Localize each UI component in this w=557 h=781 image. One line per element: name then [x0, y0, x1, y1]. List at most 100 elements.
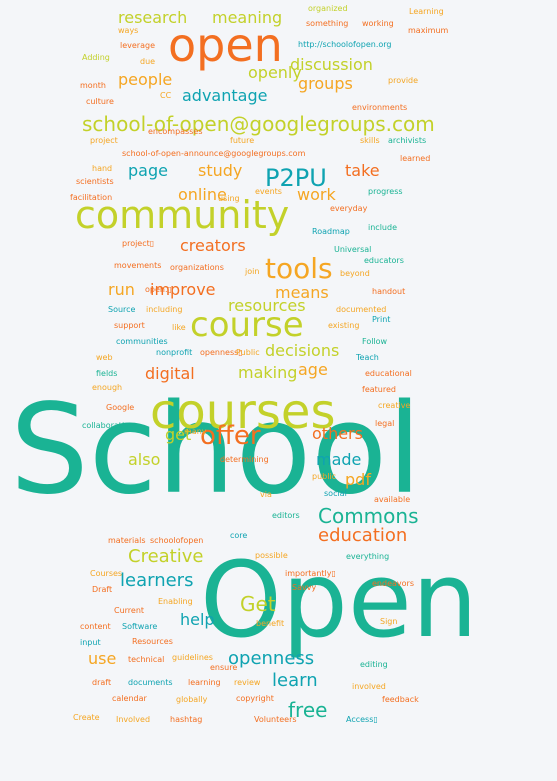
cloud-word: something: [306, 19, 349, 28]
cloud-word: Learning: [409, 7, 444, 16]
cloud-word: possible: [255, 551, 288, 560]
cloud-word: draft: [92, 678, 112, 687]
cloud-word: educators: [364, 256, 404, 265]
cloud-word: progress: [368, 187, 403, 196]
cloud-word: events: [255, 187, 282, 196]
cloud-word: editors: [272, 511, 300, 520]
cloud-word: run: [108, 280, 135, 299]
cloud-word: communities: [116, 337, 168, 346]
cloud-word: Public: [236, 348, 260, 357]
cloud-word: CC: [160, 91, 172, 100]
cloud-word: via: [260, 490, 272, 499]
cloud-word: enough: [92, 383, 123, 392]
cloud-word: fields: [96, 369, 118, 378]
cloud-word: tools: [265, 252, 333, 285]
cloud-word: decisions: [265, 341, 340, 360]
cloud-word: learn: [272, 670, 318, 691]
cloud-word: beyond: [340, 269, 370, 278]
cloud-word: ways: [118, 26, 139, 35]
cloud-word: resources: [228, 296, 306, 315]
cloud-word: ensure: [210, 663, 238, 672]
cloud-word: Software: [122, 622, 158, 631]
cloud-word: organized: [308, 4, 348, 13]
cloud-word: Create: [73, 713, 100, 722]
cloud-word: like: [172, 323, 186, 332]
cloud-word: making: [238, 363, 298, 382]
cloud-word: Savvy: [292, 583, 317, 592]
cloud-word: school-of-open@googlegroups.com: [82, 112, 435, 136]
cloud-word: importantly▯: [285, 569, 336, 578]
cloud-word: due: [140, 57, 156, 66]
cloud-word: study: [198, 161, 243, 180]
cloud-word: Sign: [380, 617, 398, 626]
cloud-word: everything: [346, 552, 390, 561]
cloud-word: nonprofit: [156, 348, 193, 357]
cloud-word: open.▯: [145, 285, 172, 294]
cloud-word: groups: [298, 74, 353, 93]
cloud-word: archivists: [388, 136, 427, 145]
cloud-word: Enabling: [158, 597, 193, 606]
cloud-word: people: [118, 70, 173, 89]
cloud-word: Get: [240, 592, 276, 616]
cloud-word: skills: [360, 136, 380, 145]
cloud-word: benefit: [256, 619, 285, 628]
cloud-word: Involved: [116, 715, 151, 724]
cloud-word: Resources: [132, 637, 173, 646]
cloud-word: also: [128, 450, 161, 469]
cloud-word: Teach: [356, 353, 379, 362]
cloud-word: hashtag: [170, 715, 203, 724]
cloud-word: using: [218, 194, 240, 203]
cloud-word: collaborative: [82, 421, 134, 430]
cloud-word: http://schoolofopen.org: [298, 40, 392, 49]
cloud-word: learning: [188, 678, 221, 687]
cloud-word: maximum: [408, 26, 449, 35]
cloud-word: legal: [375, 419, 395, 428]
cloud-word: support: [114, 321, 145, 330]
cloud-word: core: [230, 531, 248, 540]
cloud-word: meaning: [212, 8, 283, 27]
cloud-word: Source: [108, 305, 136, 314]
cloud-word: hand: [92, 164, 113, 173]
cloud-word: input: [80, 638, 101, 647]
cloud-word: Universal: [334, 245, 372, 254]
cloud-word: Print: [372, 315, 391, 324]
cloud-word: education: [318, 525, 408, 546]
cloud-word: featured: [362, 385, 396, 394]
cloud-word: review: [234, 678, 261, 687]
cloud-word: endeavors: [372, 579, 414, 588]
cloud-word: open: [168, 18, 283, 72]
cloud-word: made: [316, 450, 362, 469]
cloud-word: feedback: [382, 695, 419, 704]
cloud-word: copyright: [236, 694, 274, 703]
cloud-word: calendar: [112, 694, 147, 703]
cloud-word: advantage: [182, 86, 268, 105]
cloud-word: Courses: [90, 569, 123, 578]
cloud-word: leverage: [120, 41, 155, 50]
cloud-word: others: [312, 424, 363, 443]
cloud-word: available: [374, 495, 411, 504]
cloud-word: including: [146, 305, 183, 314]
cloud-word: guidelines: [172, 653, 213, 662]
cloud-word: globally: [176, 695, 208, 704]
cloud-word: include: [368, 223, 397, 232]
cloud-word: learners: [120, 570, 194, 591]
cloud-word: web: [96, 353, 113, 362]
cloud-word: organizations: [170, 263, 224, 272]
cloud-word: discussion: [290, 55, 373, 74]
cloud-word: Draft: [92, 585, 113, 594]
cloud-word: school-of-open-announce@googlegroups.com: [122, 149, 306, 158]
cloud-word: Access▯: [346, 715, 378, 724]
cloud-word: Roadmap: [312, 227, 350, 236]
cloud-word: digital: [145, 364, 195, 383]
cloud-word: project▯: [122, 239, 155, 248]
word-cloud: School Open courses open community course offe…: [0, 0, 557, 781]
cloud-word: pdf: [345, 470, 371, 489]
cloud-word: movements: [114, 261, 162, 270]
cloud-word: working: [362, 19, 394, 28]
cloud-word: existing: [328, 321, 360, 330]
cloud-word: determining: [220, 455, 269, 464]
cloud-word: Follow: [362, 337, 388, 346]
cloud-word: work: [297, 185, 336, 204]
cloud-word: research: [118, 8, 188, 27]
cloud-word: project: [90, 136, 118, 145]
